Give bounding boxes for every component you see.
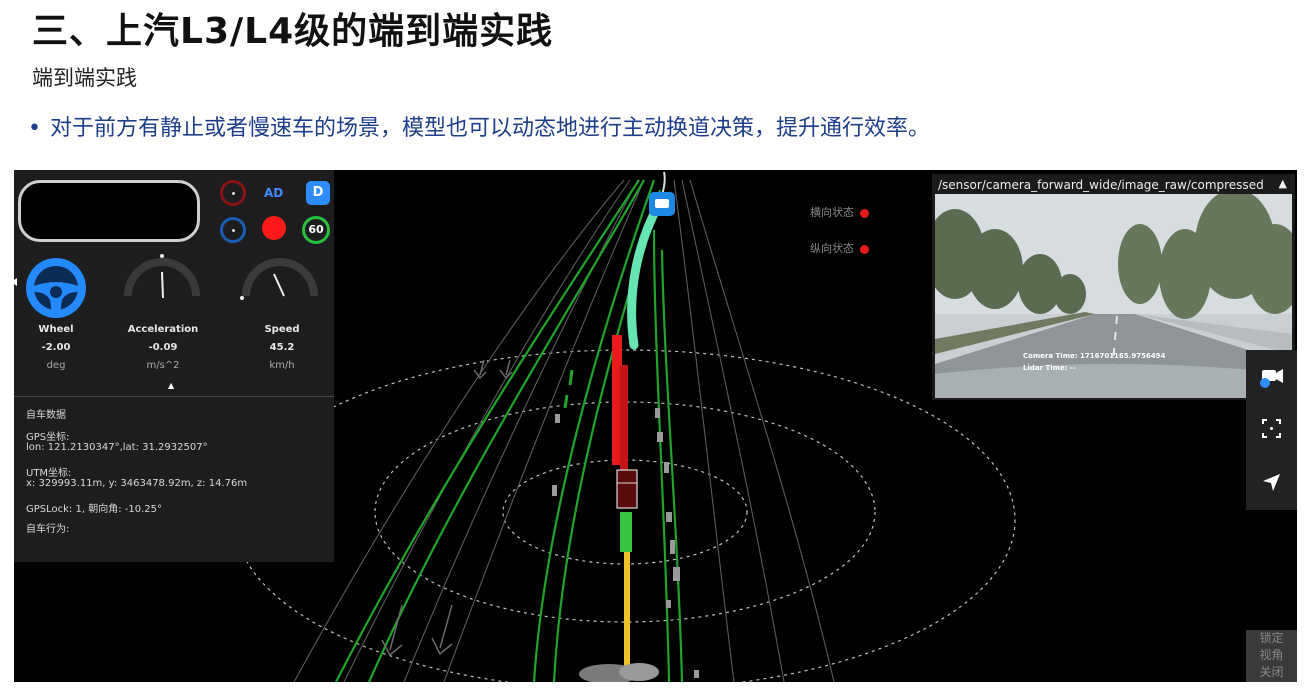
lidar-time: Lidar Time: -- — [1023, 364, 1076, 372]
longitudinal-status: 纵向状态 — [810, 240, 869, 256]
corner-line-1: 锁定 — [1259, 631, 1284, 645]
history-path-green — [620, 512, 632, 552]
right-toolbar — [1246, 350, 1297, 510]
longitudinal-status-label: 纵向状态 — [810, 242, 854, 255]
indicator-left-red[interactable] — [220, 180, 246, 206]
stop-indicator[interactable] — [262, 216, 286, 240]
gps-label: GPS坐标: — [26, 432, 70, 443]
gear-d-button[interactable]: D — [306, 181, 330, 205]
corner-line-3: 关闭 — [1259, 665, 1284, 679]
slide-title: 三、上汽L3/L4级的端到端实践 — [32, 11, 554, 52]
speed-limit-sign: 60 — [302, 216, 330, 244]
ego-vehicle — [616, 469, 638, 509]
fullscreen-icon[interactable] — [1246, 408, 1297, 448]
wheel-value: -2.00 — [41, 342, 71, 353]
gps-value: lon: 121.2130347°,lat: 31.2932507° — [26, 442, 208, 453]
behavior-label: 自车行为: — [26, 524, 70, 535]
camera-image: Camera Time: 1716701165.9756494 Lidar Ti… — [935, 194, 1292, 398]
gpslock-value: GPSLock: 1, 朝向角: -10.25° — [26, 504, 162, 515]
bullet-item: • 对于前方有静止或者慢速车的场景，模型也可以动态地进行主动换道决策，提升通行效率… — [28, 110, 930, 142]
lateral-status: 横向状态 — [810, 204, 869, 220]
ego-data-title: 自车数据 — [26, 410, 66, 421]
visualization-viewport[interactable]: AD D 60 Wheel -2.00 deg Acceleration -0.… — [14, 170, 1297, 682]
speed-label: Speed — [264, 324, 300, 335]
lane-dash-marks — [563, 369, 574, 409]
indicator-left-blue[interactable] — [220, 217, 246, 243]
lateral-status-led — [860, 208, 869, 218]
camera-collapse-icon[interactable]: ▲ — [1279, 177, 1287, 190]
steering-wheel-icon — [26, 258, 86, 318]
lane-lines-green — [335, 179, 684, 682]
bullet-text: 对于前方有静止或者慢速车的场景，模型也可以动态地进行主动换道决策，提升通行效率。 — [50, 116, 931, 141]
collapse-caret-icon[interactable]: ▲ — [168, 381, 174, 390]
camera-panel: /sensor/camera_forward_wide/image_raw/co… — [932, 174, 1295, 400]
panel-left-caret-icon[interactable] — [14, 278, 17, 286]
navigation-arrow-icon[interactable] — [1246, 462, 1297, 502]
utm-label: UTM坐标: — [26, 468, 72, 479]
speed-value: 45.2 — [269, 342, 295, 353]
display-screen — [18, 180, 200, 242]
view-lock-corner[interactable]: 锁定 视角 关闭 — [1246, 630, 1297, 682]
history-path-yellow — [624, 552, 630, 667]
camera-topic: /sensor/camera_forward_wide/image_raw/co… — [938, 178, 1264, 192]
bullet-marker: • — [28, 116, 41, 141]
camera-time: Camera Time: 1716701165.9756494 — [1023, 352, 1166, 360]
corner-line-2: 视角 — [1259, 648, 1284, 662]
wheel-unit: deg — [46, 360, 66, 371]
acceleration-label: Acceleration — [127, 324, 199, 335]
mode-ad-label: AD — [264, 186, 284, 200]
speed-unit: km/h — [269, 360, 295, 371]
wheel-label: Wheel — [38, 324, 74, 335]
utm-value: x: 329993.11m, y: 3463478.92m, z: 14.76m — [26, 478, 248, 489]
longitudinal-status-led — [860, 244, 869, 254]
slide-subtitle: 端到端实践 — [32, 66, 137, 90]
acceleration-value: -0.09 — [148, 342, 178, 353]
acceleration-gauge — [124, 254, 200, 299]
acceleration-unit: m/s^2 — [146, 360, 180, 371]
speed-gauge — [240, 258, 318, 300]
panel-divider — [14, 396, 334, 397]
camera-icon[interactable] — [1246, 356, 1297, 396]
vehicle-panel: AD D 60 Wheel -2.00 deg Acceleration -0.… — [14, 170, 334, 562]
lateral-status-label: 横向状态 — [810, 206, 854, 219]
